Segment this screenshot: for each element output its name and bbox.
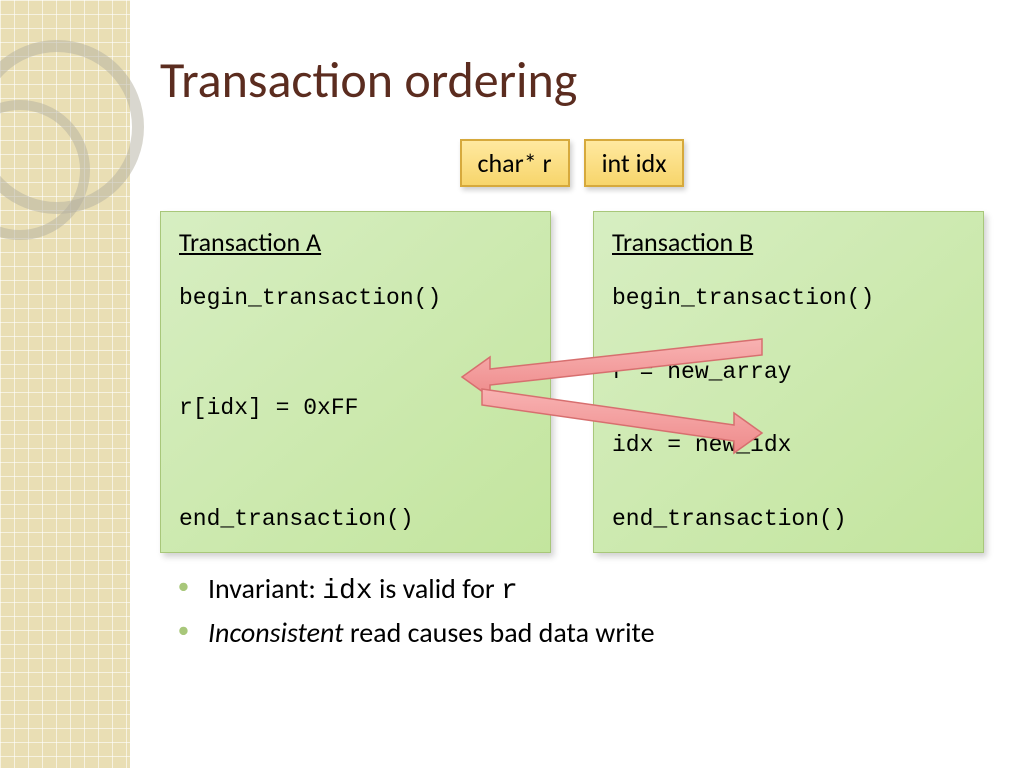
bullet2-em: Inconsistent (208, 615, 344, 650)
slide-sidebar (0, 0, 130, 768)
pill-char-r: char* r (460, 139, 570, 187)
panel-a-code: begin_transaction() r[idx] = 0xFF end_tr… (179, 280, 532, 538)
bullet1-code2: r (501, 576, 518, 607)
panel-transaction-a: Transaction A begin_transaction() r[idx]… (160, 211, 551, 553)
bullet-inconsistent: Inconsistent read causes bad data write (178, 615, 984, 650)
bullet1-prefix: Invariant: (208, 571, 322, 606)
variable-pills: char* r int idx (160, 139, 984, 187)
bullet1-code1: idx (322, 576, 372, 607)
transaction-panels: Transaction A begin_transaction() r[idx]… (160, 211, 984, 553)
panel-b-code: begin_transaction() r = new_array idx = … (612, 280, 965, 538)
slide-title: Transaction ordering (160, 50, 984, 111)
panel-a-title: Transaction A (179, 226, 532, 258)
bullet2-rest: read causes bad data write (344, 615, 655, 650)
slide-content: Transaction ordering char* r int idx Tra… (130, 0, 1024, 768)
bullet1-mid: is valid for (373, 571, 501, 606)
bullet-list: Invariant: idx is valid for r Inconsiste… (178, 571, 984, 650)
panel-b-title: Transaction B (612, 226, 965, 258)
panel-transaction-b: Transaction B begin_transaction() r = ne… (593, 211, 984, 553)
pill-int-idx: int idx (584, 139, 685, 187)
bullet-invariant: Invariant: idx is valid for r (178, 571, 984, 607)
